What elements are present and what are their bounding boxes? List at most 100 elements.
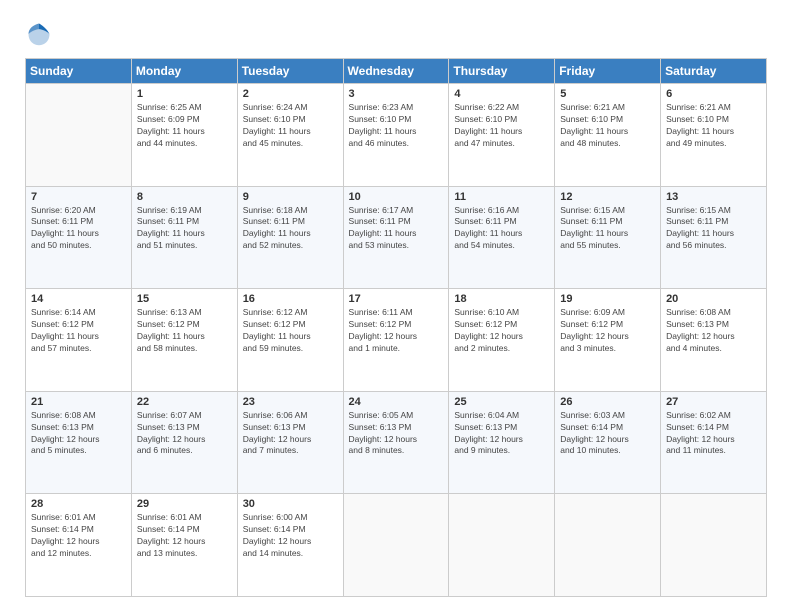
calendar-cell [26, 84, 132, 187]
calendar-header-saturday: Saturday [661, 59, 767, 84]
calendar-header-wednesday: Wednesday [343, 59, 449, 84]
day-info: Sunrise: 6:08 AM Sunset: 6:13 PM Dayligh… [666, 307, 761, 355]
day-info: Sunrise: 6:06 AM Sunset: 6:13 PM Dayligh… [243, 410, 338, 458]
day-number: 21 [31, 396, 126, 408]
day-number: 13 [666, 191, 761, 203]
day-info: Sunrise: 6:13 AM Sunset: 6:12 PM Dayligh… [137, 307, 232, 355]
day-number: 24 [349, 396, 444, 408]
day-number: 8 [137, 191, 232, 203]
calendar-header-friday: Friday [555, 59, 661, 84]
day-number: 29 [137, 498, 232, 510]
day-info: Sunrise: 6:15 AM Sunset: 6:11 PM Dayligh… [560, 205, 655, 253]
day-number: 15 [137, 293, 232, 305]
day-number: 16 [243, 293, 338, 305]
day-number: 5 [560, 88, 655, 100]
calendar-cell: 26 Sunrise: 6:03 AM Sunset: 6:14 PM Dayli… [555, 391, 661, 494]
day-info: Sunrise: 6:01 AM Sunset: 6:14 PM Dayligh… [137, 512, 232, 560]
day-number: 1 [137, 88, 232, 100]
header [25, 20, 767, 48]
day-info: Sunrise: 6:15 AM Sunset: 6:11 PM Dayligh… [666, 205, 761, 253]
calendar-week-3: 14 Sunrise: 6:14 AM Sunset: 6:12 PM Dayli… [26, 289, 767, 392]
calendar-cell: 4Sunrise: 6:22 AM Sunset: 6:10 PM Daylig… [449, 84, 555, 187]
day-number: 3 [349, 88, 444, 100]
calendar-cell: 11 Sunrise: 6:16 AM Sunset: 6:11 PM Dayli… [449, 186, 555, 289]
day-number: 19 [560, 293, 655, 305]
day-number: 7 [31, 191, 126, 203]
calendar-cell: 10 Sunrise: 6:17 AM Sunset: 6:11 PM Dayli… [343, 186, 449, 289]
calendar-cell: 21 Sunrise: 6:08 AM Sunset: 6:13 PM Dayli… [26, 391, 132, 494]
day-number: 12 [560, 191, 655, 203]
day-number: 18 [454, 293, 549, 305]
day-number: 23 [243, 396, 338, 408]
day-info: Sunrise: 6:18 AM Sunset: 6:11 PM Dayligh… [243, 205, 338, 253]
day-number: 17 [349, 293, 444, 305]
calendar-cell [555, 494, 661, 597]
calendar-cell [661, 494, 767, 597]
calendar-cell: 13 Sunrise: 6:15 AM Sunset: 6:11 PM Dayli… [661, 186, 767, 289]
calendar-cell: 22 Sunrise: 6:07 AM Sunset: 6:13 PM Dayli… [131, 391, 237, 494]
day-number: 25 [454, 396, 549, 408]
day-number: 22 [137, 396, 232, 408]
logo [25, 20, 57, 48]
calendar-cell: 15 Sunrise: 6:13 AM Sunset: 6:12 PM Dayli… [131, 289, 237, 392]
day-info: Sunrise: 6:05 AM Sunset: 6:13 PM Dayligh… [349, 410, 444, 458]
day-number: 11 [454, 191, 549, 203]
calendar-cell: 18 Sunrise: 6:10 AM Sunset: 6:12 PM Dayli… [449, 289, 555, 392]
day-number: 20 [666, 293, 761, 305]
calendar-header-thursday: Thursday [449, 59, 555, 84]
calendar-cell: 5Sunrise: 6:21 AM Sunset: 6:10 PM Daylig… [555, 84, 661, 187]
calendar-table: SundayMondayTuesdayWednesdayThursdayFrid… [25, 58, 767, 597]
calendar-cell: 1 Sunrise: 6:25 AM Sunset: 6:09 PM Daylig… [131, 84, 237, 187]
calendar-cell: 17Sunrise: 6:11 AM Sunset: 6:12 PM Dayli… [343, 289, 449, 392]
day-info: Sunrise: 6:08 AM Sunset: 6:13 PM Dayligh… [31, 410, 126, 458]
calendar-header-row: SundayMondayTuesdayWednesdayThursdayFrid… [26, 59, 767, 84]
calendar-cell: 28 Sunrise: 6:01 AM Sunset: 6:14 PM Dayli… [26, 494, 132, 597]
day-number: 26 [560, 396, 655, 408]
page: SundayMondayTuesdayWednesdayThursdayFrid… [0, 0, 792, 612]
day-info: Sunrise: 6:01 AM Sunset: 6:14 PM Dayligh… [31, 512, 126, 560]
day-number: 9 [243, 191, 338, 203]
day-info: Sunrise: 6:17 AM Sunset: 6:11 PM Dayligh… [349, 205, 444, 253]
calendar-cell: 30 Sunrise: 6:00 AM Sunset: 6:14 PM Dayli… [237, 494, 343, 597]
calendar-cell: 16Sunrise: 6:12 AM Sunset: 6:12 PM Dayli… [237, 289, 343, 392]
day-info: Sunrise: 6:23 AM Sunset: 6:10 PM Dayligh… [349, 102, 444, 150]
calendar-cell: 6Sunrise: 6:21 AM Sunset: 6:10 PM Daylig… [661, 84, 767, 187]
calendar-week-5: 28 Sunrise: 6:01 AM Sunset: 6:14 PM Dayli… [26, 494, 767, 597]
calendar-cell: 27Sunrise: 6:02 AM Sunset: 6:14 PM Dayli… [661, 391, 767, 494]
day-number: 10 [349, 191, 444, 203]
calendar-cell: 12 Sunrise: 6:15 AM Sunset: 6:11 PM Dayli… [555, 186, 661, 289]
day-info: Sunrise: 6:22 AM Sunset: 6:10 PM Dayligh… [454, 102, 549, 150]
calendar-week-1: 1 Sunrise: 6:25 AM Sunset: 6:09 PM Daylig… [26, 84, 767, 187]
calendar-cell: 23 Sunrise: 6:06 AM Sunset: 6:13 PM Dayli… [237, 391, 343, 494]
day-info: Sunrise: 6:19 AM Sunset: 6:11 PM Dayligh… [137, 205, 232, 253]
calendar-cell: 2 Sunrise: 6:24 AM Sunset: 6:10 PM Daylig… [237, 84, 343, 187]
calendar-week-2: 7Sunrise: 6:20 AM Sunset: 6:11 PM Daylig… [26, 186, 767, 289]
day-info: Sunrise: 6:24 AM Sunset: 6:10 PM Dayligh… [243, 102, 338, 150]
day-number: 30 [243, 498, 338, 510]
day-info: Sunrise: 6:03 AM Sunset: 6:14 PM Dayligh… [560, 410, 655, 458]
calendar-cell: 3 Sunrise: 6:23 AM Sunset: 6:10 PM Daylig… [343, 84, 449, 187]
day-number: 14 [31, 293, 126, 305]
day-info: Sunrise: 6:10 AM Sunset: 6:12 PM Dayligh… [454, 307, 549, 355]
calendar-cell: 19 Sunrise: 6:09 AM Sunset: 6:12 PM Dayli… [555, 289, 661, 392]
day-number: 27 [666, 396, 761, 408]
day-info: Sunrise: 6:16 AM Sunset: 6:11 PM Dayligh… [454, 205, 549, 253]
day-info: Sunrise: 6:14 AM Sunset: 6:12 PM Dayligh… [31, 307, 126, 355]
day-info: Sunrise: 6:21 AM Sunset: 6:10 PM Dayligh… [666, 102, 761, 150]
calendar-cell: 20 Sunrise: 6:08 AM Sunset: 6:13 PM Dayli… [661, 289, 767, 392]
calendar-header-tuesday: Tuesday [237, 59, 343, 84]
day-info: Sunrise: 6:09 AM Sunset: 6:12 PM Dayligh… [560, 307, 655, 355]
day-number: 28 [31, 498, 126, 510]
day-info: Sunrise: 6:25 AM Sunset: 6:09 PM Dayligh… [137, 102, 232, 150]
calendar-cell: 9 Sunrise: 6:18 AM Sunset: 6:11 PM Daylig… [237, 186, 343, 289]
calendar-header-sunday: Sunday [26, 59, 132, 84]
calendar-cell: 29 Sunrise: 6:01 AM Sunset: 6:14 PM Dayli… [131, 494, 237, 597]
day-info: Sunrise: 6:00 AM Sunset: 6:14 PM Dayligh… [243, 512, 338, 560]
day-info: Sunrise: 6:04 AM Sunset: 6:13 PM Dayligh… [454, 410, 549, 458]
day-info: Sunrise: 6:07 AM Sunset: 6:13 PM Dayligh… [137, 410, 232, 458]
calendar-cell: 7Sunrise: 6:20 AM Sunset: 6:11 PM Daylig… [26, 186, 132, 289]
calendar-cell: 24 Sunrise: 6:05 AM Sunset: 6:13 PM Dayli… [343, 391, 449, 494]
day-number: 2 [243, 88, 338, 100]
calendar-header-monday: Monday [131, 59, 237, 84]
calendar-cell [343, 494, 449, 597]
